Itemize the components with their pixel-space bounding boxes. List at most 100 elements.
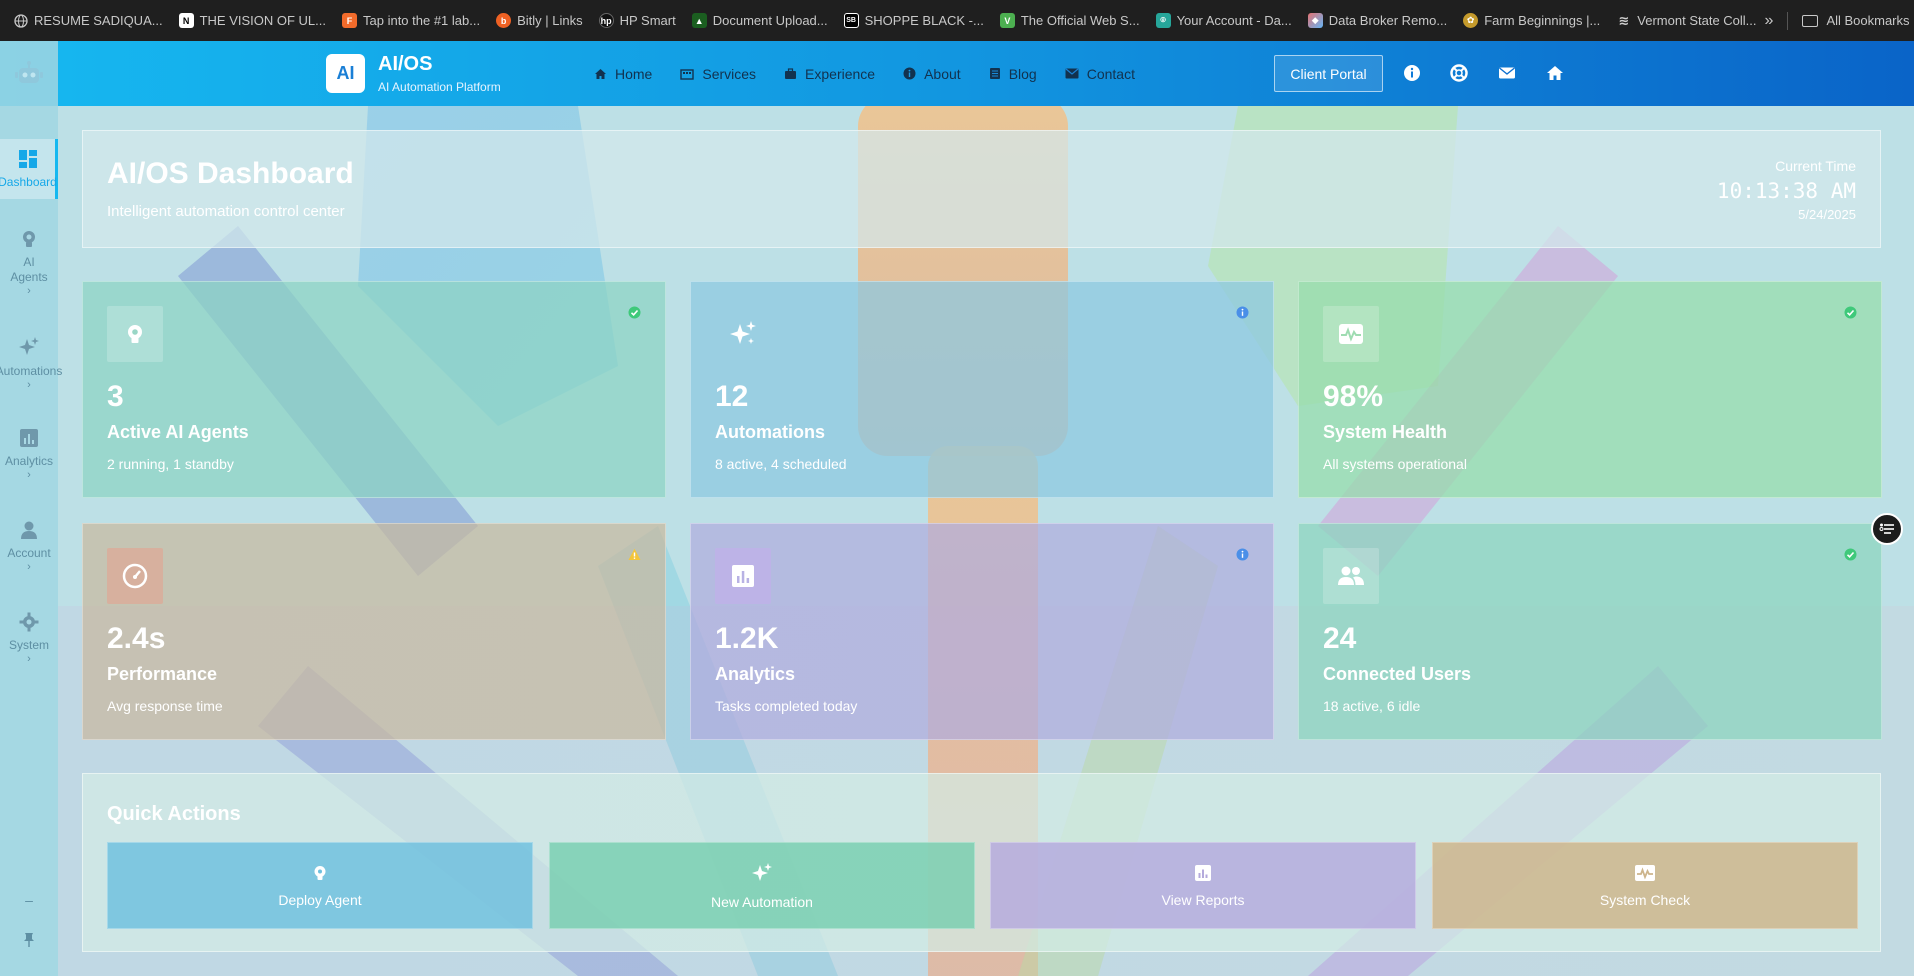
- sidebar-item-label: System: [8, 638, 49, 652]
- bookmark-item[interactable]: ⌾ Your Account - Da...: [1148, 7, 1300, 35]
- quick-actions-title: Quick Actions: [107, 803, 241, 825]
- info-icon[interactable]: [1403, 64, 1421, 82]
- sidebar-item-label: Automations: [0, 364, 63, 378]
- check-icon: [628, 306, 641, 319]
- globe-icon: [14, 13, 28, 28]
- list-icon: [1879, 523, 1894, 534]
- bookmark-item[interactable]: ▲ Document Upload...: [684, 7, 836, 35]
- bookmark-item[interactable]: ✿ Farm Beginnings |...: [1455, 7, 1608, 35]
- current-time-label: Current Time: [1775, 158, 1856, 174]
- card-label: Active AI Agents: [107, 422, 249, 442]
- main-nav: Home Services Experience About Blog Cont…: [594, 41, 1135, 106]
- farm-icon: ✿: [1463, 13, 1479, 28]
- bookmark-item[interactable]: hp HP Smart: [591, 7, 684, 35]
- nav-services[interactable]: Services: [680, 66, 756, 82]
- stat-card-analytics[interactable]: 1.2K Analytics Tasks completed today: [690, 523, 1274, 740]
- sidebar-logo[interactable]: [0, 41, 58, 106]
- top-header: AI AI/OS AI Automation Platform Home Ser…: [0, 41, 1914, 106]
- bookmark-label: Farm Beginnings |...: [1484, 13, 1601, 28]
- bookmark-item[interactable]: ◆ Data Broker Remo...: [1300, 7, 1456, 35]
- page-title: AI/OS Dashboard: [107, 157, 354, 190]
- card-description: All systems operational: [1323, 456, 1467, 472]
- nav-label: Home: [615, 65, 653, 82]
- bookmarks-divider: [1787, 11, 1789, 30]
- stat-card-system-health[interactable]: 98% System Health All systems operationa…: [1298, 281, 1882, 498]
- bitly-icon: b: [496, 13, 512, 28]
- vermont-icon: ≋: [1618, 12, 1630, 28]
- card-description: Tasks completed today: [715, 698, 858, 714]
- client-portal-button[interactable]: Client Portal: [1274, 55, 1383, 92]
- nav-about[interactable]: About: [903, 66, 961, 82]
- card-description: 2 running, 1 standby: [107, 456, 234, 472]
- gear-icon: [19, 612, 39, 632]
- card-value: 12: [715, 380, 749, 413]
- envelope-icon[interactable]: [1498, 64, 1516, 82]
- view-reports-button[interactable]: View Reports: [990, 842, 1416, 929]
- card-description: 8 active, 4 scheduled: [715, 456, 847, 472]
- card-value: 1.2K: [715, 622, 779, 655]
- sb-icon: SB: [843, 13, 859, 28]
- gauge-icon: [122, 563, 148, 589]
- sidebar-pin-button[interactable]: [0, 932, 58, 954]
- nav-experience[interactable]: Experience: [784, 66, 875, 82]
- nav-blog[interactable]: Blog: [989, 66, 1037, 82]
- card-label: Automations: [715, 422, 825, 442]
- notion-icon: N: [178, 13, 194, 28]
- floating-menu-button[interactable]: [1871, 513, 1903, 545]
- brand-logo[interactable]: AI: [326, 54, 365, 93]
- sidebar-item-dashboard[interactable]: Dashboard: [0, 139, 58, 199]
- bookmark-item[interactable]: ≋ Vermont State Coll...: [1608, 7, 1764, 35]
- card-icon-box: [1323, 548, 1379, 604]
- chevron-right-icon: ›: [27, 469, 31, 481]
- chart-icon: [20, 429, 38, 447]
- sidebar-item-analytics[interactable]: Analytics ›: [0, 428, 58, 481]
- sidebar-item-automations[interactable]: Automations ›: [0, 336, 62, 391]
- bookmark-item[interactable]: F Tap into the #1 lab...: [334, 7, 488, 35]
- card-label: System Health: [1323, 422, 1448, 442]
- card-icon-box: [1323, 306, 1379, 362]
- brain-icon: [128, 325, 142, 343]
- bookmark-item[interactable]: V The Official Web S...: [992, 7, 1148, 35]
- bookmark-label: THE VISION OF UL...: [199, 13, 326, 28]
- nav-label: Services: [702, 65, 757, 82]
- bookmark-item[interactable]: N THE VISION OF UL...: [171, 7, 334, 35]
- button-label: Deploy Agent: [278, 891, 362, 908]
- bookmark-item[interactable]: SB SHOPPE BLACK -...: [836, 7, 992, 35]
- bookmark-label: The Official Web S...: [1020, 13, 1140, 28]
- sidebar-item-system[interactable]: System ›: [0, 612, 58, 665]
- stat-card-performance[interactable]: 2.4s Performance Avg response time: [82, 523, 666, 740]
- sidebar-item-label: Analytics: [4, 454, 54, 468]
- heartbeat-icon: [1339, 324, 1363, 344]
- lifebuoy-icon[interactable]: [1450, 64, 1468, 82]
- folder-icon: [1802, 14, 1819, 27]
- sidebar-item-ai-agents[interactable]: AI Agents ›: [0, 229, 58, 297]
- nav-contact[interactable]: Contact: [1065, 66, 1135, 82]
- nav-home[interactable]: Home: [594, 66, 652, 82]
- home-icon[interactable]: [1546, 64, 1564, 82]
- button-label: System Check: [1599, 891, 1691, 908]
- sidebar-item-account[interactable]: Account ›: [0, 520, 58, 573]
- bookmarks-overflow-button[interactable]: »: [1765, 12, 1774, 30]
- bookmark-item[interactable]: RESUME SADIQUA...: [6, 7, 171, 35]
- card-label: Performance: [107, 664, 218, 684]
- bookmark-label: SHOPPE BLACK -...: [864, 13, 984, 28]
- info-icon: [903, 67, 916, 80]
- stat-card-automations[interactable]: 12 Automations 8 active, 4 scheduled: [690, 281, 1274, 498]
- sidebar: Dashboard AI Agents › Automations › Anal…: [0, 41, 62, 976]
- all-bookmarks-button[interactable]: All Bookmarks: [1826, 13, 1914, 28]
- users-icon: [1338, 566, 1364, 585]
- bookmarks-bar: RESUME SADIQUA... N THE VISION OF UL... …: [0, 0, 1914, 41]
- new-automation-button[interactable]: New Automation: [549, 842, 975, 929]
- stat-card-ai-agents[interactable]: 3 Active AI Agents 2 running, 1 standby: [82, 281, 666, 498]
- stat-card-connected-users[interactable]: 24 Connected Users 18 active, 6 idle: [1298, 523, 1882, 740]
- info-icon: [1236, 548, 1249, 561]
- bookmark-item[interactable]: b Bitly | Links: [488, 7, 591, 35]
- sparkles-icon: [752, 862, 772, 881]
- sidebar-collapse-button[interactable]: –: [0, 893, 58, 908]
- deploy-agent-button[interactable]: Deploy Agent: [107, 842, 533, 929]
- brand-title[interactable]: AI/OS: [378, 53, 432, 76]
- bookmark-label: Bitly | Links: [517, 13, 583, 28]
- button-label: New Automation: [711, 893, 813, 910]
- page-subtitle: Intelligent automation control center: [107, 203, 345, 220]
- system-check-button[interactable]: System Check: [1432, 842, 1858, 929]
